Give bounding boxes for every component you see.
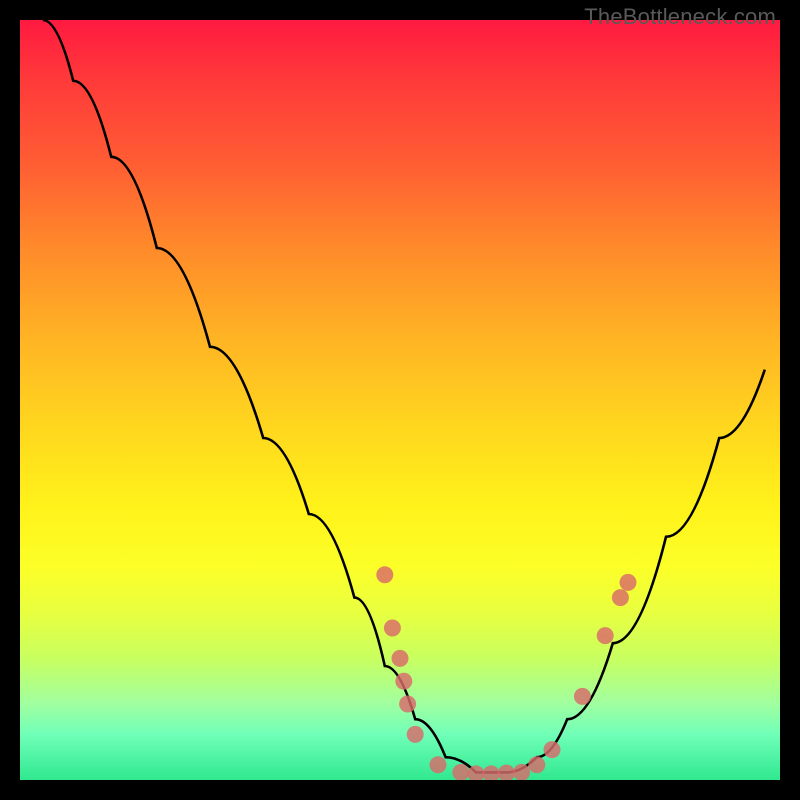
- watermark-text: TheBottleneck.com: [584, 4, 776, 30]
- data-point: [574, 688, 591, 705]
- data-point: [597, 627, 614, 644]
- chart-frame: TheBottleneck.com: [0, 0, 800, 800]
- scatter-dots: [376, 566, 636, 780]
- data-point: [452, 764, 469, 780]
- data-point: [612, 589, 629, 606]
- data-point: [528, 756, 545, 773]
- data-point: [430, 756, 447, 773]
- data-point: [483, 765, 500, 780]
- data-point: [407, 726, 424, 743]
- chart-svg: [20, 20, 780, 780]
- data-point: [544, 741, 561, 758]
- data-point: [498, 765, 515, 780]
- data-point: [376, 566, 393, 583]
- data-point: [395, 673, 412, 690]
- data-point: [392, 650, 409, 667]
- data-point: [620, 574, 637, 591]
- data-point: [384, 620, 401, 637]
- data-point: [399, 696, 416, 713]
